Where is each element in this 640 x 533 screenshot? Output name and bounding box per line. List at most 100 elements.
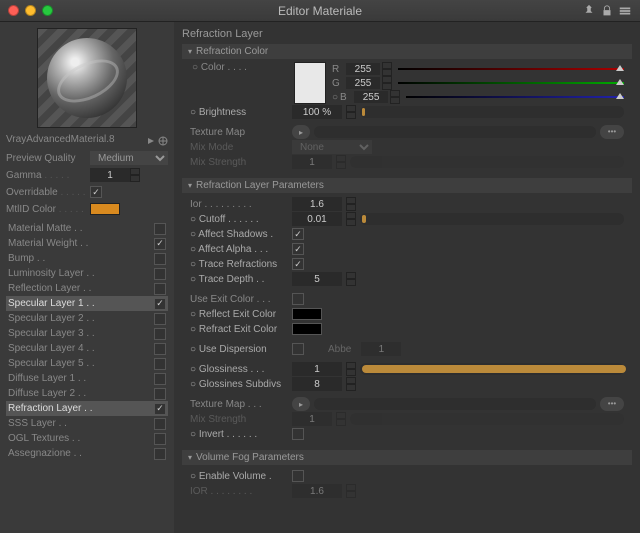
layer-item[interactable]: Specular Layer 3 . .	[6, 326, 168, 341]
tracere-label: ○ Trace Refractions	[190, 259, 288, 270]
layer-label: Diffuse Layer 1 . .	[8, 373, 154, 384]
section-volume-fog[interactable]: Volume Fog Parameters	[182, 450, 632, 465]
brightness-label: ○ Brightness	[190, 107, 288, 118]
envol-checkbox[interactable]	[292, 470, 304, 482]
ior-label: Ior . . . . . . . . .	[190, 199, 288, 210]
layer-label: Specular Layer 4 . .	[8, 343, 154, 354]
layer-checkbox[interactable]	[154, 343, 166, 355]
texmap-slot[interactable]	[314, 126, 596, 138]
layer-item[interactable]: Specular Layer 2 . .	[6, 311, 168, 326]
color-label: ○ Color . . . .	[190, 62, 247, 73]
gamma-input[interactable]	[90, 168, 130, 182]
layer-item[interactable]: Specular Layer 4 . .	[6, 341, 168, 356]
arrow-icon[interactable]	[146, 136, 156, 146]
layer-item[interactable]: Bump . .	[6, 251, 168, 266]
affsh-checkbox[interactable]: ✓	[292, 228, 304, 240]
affal-checkbox[interactable]: ✓	[292, 243, 304, 255]
ior-input[interactable]	[292, 197, 342, 211]
r-slider[interactable]	[398, 64, 624, 74]
layer-checkbox[interactable]	[154, 358, 166, 370]
useexit-label: Use Exit Color . . .	[190, 294, 288, 305]
layer-checkbox[interactable]: ✓	[154, 298, 166, 310]
g-slider[interactable]	[398, 78, 624, 88]
traced-input[interactable]	[292, 272, 342, 286]
overridable-label: Overridable	[6, 187, 90, 198]
material-preview[interactable]	[37, 28, 137, 128]
layer-label: Reflection Layer . .	[8, 283, 154, 294]
brightness-slider[interactable]	[360, 106, 624, 118]
layer-item[interactable]: SSS Layer . .	[6, 416, 168, 431]
title-bar: Editor Materiale	[0, 0, 640, 22]
layer-item[interactable]: Material Matte . .	[6, 221, 168, 236]
invert-label: ○ Invert . . . . . .	[190, 429, 288, 440]
layer-item[interactable]: Diffuse Layer 1 . .	[6, 371, 168, 386]
layer-checkbox[interactable]: ✓	[154, 403, 166, 415]
section-refraction-params[interactable]: Refraction Layer Parameters	[182, 178, 632, 193]
layer-item[interactable]: Reflection Layer . .	[6, 281, 168, 296]
useexit-checkbox[interactable]	[292, 293, 304, 305]
layer-checkbox[interactable]	[154, 373, 166, 385]
layer-item[interactable]: Refraction Layer . .✓	[6, 401, 168, 416]
brightness-input[interactable]	[292, 105, 342, 119]
layer-label: OGL Textures . .	[8, 433, 154, 444]
cutoff-slider[interactable]	[360, 213, 624, 225]
layer-item[interactable]: Diffuse Layer 2 . .	[6, 386, 168, 401]
texmap-button[interactable]: ▸	[292, 125, 310, 139]
invert-checkbox[interactable]	[292, 428, 304, 440]
tracere-checkbox[interactable]: ✓	[292, 258, 304, 270]
layer-item[interactable]: Specular Layer 1 . .✓	[6, 296, 168, 311]
r-input[interactable]	[346, 63, 380, 75]
layer-checkbox[interactable]: ✓	[154, 238, 166, 250]
preview-quality-label: Preview Quality	[6, 153, 90, 164]
layer-item[interactable]: Luminosity Layer . .	[6, 266, 168, 281]
texmap2-button[interactable]: ▸	[292, 397, 310, 411]
layer-item[interactable]: Material Weight . .✓	[6, 236, 168, 251]
section-refraction-color[interactable]: Refraction Color	[182, 44, 632, 59]
preview-quality-select[interactable]: Medium	[90, 151, 168, 165]
layer-label: Specular Layer 1 . .	[8, 298, 154, 309]
texmap2-more[interactable]: •••	[600, 397, 624, 411]
affsh-label: ○ Affect Shadows .	[190, 229, 288, 240]
layer-checkbox[interactable]	[154, 268, 166, 280]
layer-checkbox[interactable]	[154, 388, 166, 400]
layer-label: Bump . .	[8, 253, 154, 264]
glosssub-input[interactable]	[292, 377, 342, 391]
layer-label: Luminosity Layer . .	[8, 268, 154, 279]
mtlid-label: MtlID Color	[6, 204, 90, 215]
globe-icon[interactable]	[158, 136, 168, 146]
usedisp-checkbox[interactable]	[292, 343, 304, 355]
gamma-label: Gamma	[6, 170, 90, 181]
gloss-label: ○ Glossiness . . .	[190, 364, 288, 375]
cutoff-input[interactable]	[292, 212, 342, 226]
layer-label: Specular Layer 2 . .	[8, 313, 154, 324]
layer-checkbox[interactable]	[154, 223, 166, 235]
layer-checkbox[interactable]	[154, 418, 166, 430]
panel-title: Refraction Layer	[182, 28, 632, 40]
gamma-spinner[interactable]	[130, 168, 140, 182]
usedisp-label: ○ Use Dispersion	[190, 344, 288, 355]
layer-checkbox[interactable]	[154, 253, 166, 265]
texmap-more[interactable]: •••	[600, 125, 624, 139]
b-slider[interactable]	[406, 92, 624, 102]
refrexit-swatch[interactable]	[292, 323, 322, 335]
layer-label: Material Matte . .	[8, 223, 154, 234]
layer-checkbox[interactable]	[154, 448, 166, 460]
texmap2-slot[interactable]	[314, 398, 596, 410]
layer-item[interactable]: OGL Textures . .	[6, 431, 168, 446]
gloss-slider[interactable]	[360, 363, 624, 375]
layer-checkbox[interactable]	[154, 283, 166, 295]
b-input[interactable]	[354, 91, 388, 103]
layer-checkbox[interactable]	[154, 433, 166, 445]
reflexit-swatch[interactable]	[292, 308, 322, 320]
layer-checkbox[interactable]	[154, 313, 166, 325]
layer-label: Material Weight . .	[8, 238, 154, 249]
color-swatch[interactable]	[294, 62, 326, 104]
layer-item[interactable]: Specular Layer 5 . .	[6, 356, 168, 371]
layer-checkbox[interactable]	[154, 328, 166, 340]
mtlid-swatch[interactable]	[90, 203, 120, 215]
gloss-input[interactable]	[292, 362, 342, 376]
g-input[interactable]	[346, 77, 380, 89]
layer-item[interactable]: Assegnazione . .	[6, 446, 168, 461]
overridable-checkbox[interactable]: ✓	[90, 186, 102, 198]
content-panel: Refraction Layer Refraction Color ○ Colo…	[174, 22, 640, 533]
